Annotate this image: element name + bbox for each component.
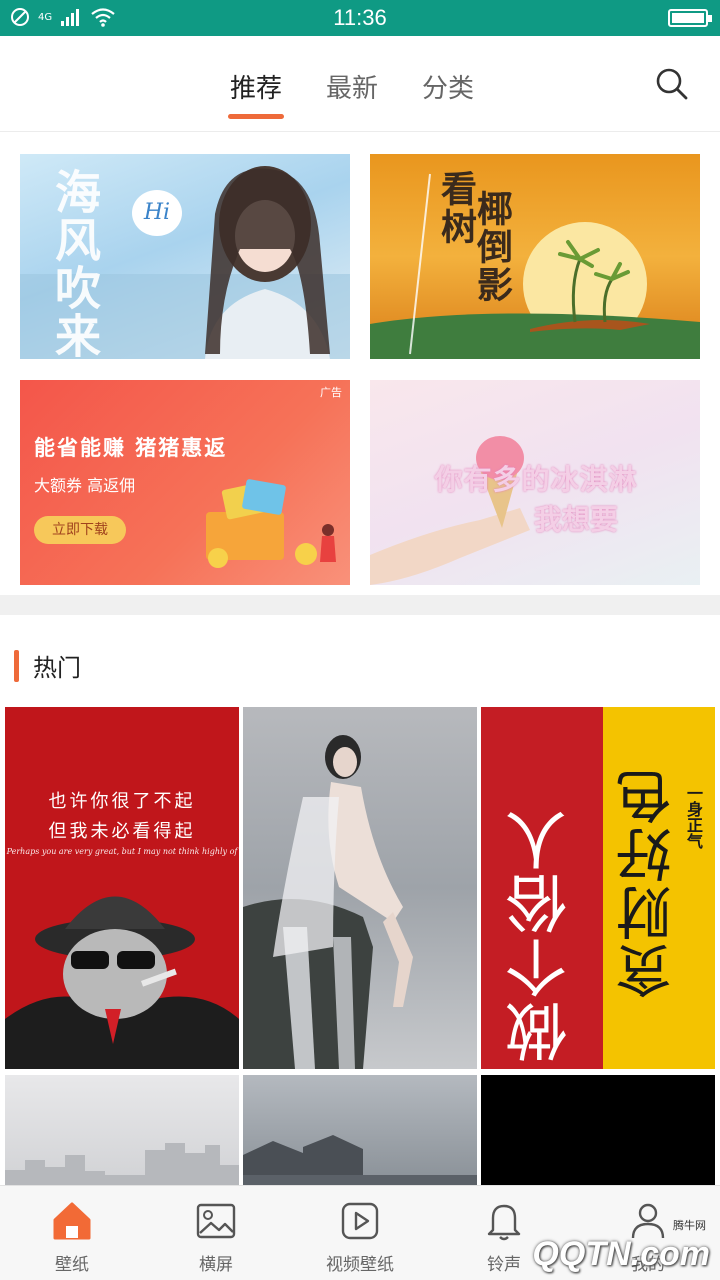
banner-ad[interactable]: 广告 能省能赚 猪猪惠返 大额券 高返佣 立即下载 — [20, 380, 350, 585]
tab-recommended[interactable]: 推荐 — [227, 68, 285, 119]
nav-label: 壁纸 — [55, 1255, 89, 1275]
status-bar: 4G 11:36 — [0, 0, 720, 36]
wallpaper-right-text: 贪财好色 — [616, 767, 681, 999]
clock: 11:36 — [333, 5, 387, 30]
wallpaper-quote-english: Perhaps you are very great, but I may no… — [6, 847, 238, 856]
section-accent-bar — [14, 649, 19, 682]
coupon-illustration — [206, 479, 336, 568]
wallpaper-quote-line1: 也许你很了不起 — [48, 791, 196, 812]
watermark-brand: QQTN.com — [532, 1235, 710, 1273]
wallpaper-left-text: 做个俗人 — [505, 807, 578, 1063]
section-title: 热门 — [33, 654, 81, 682]
hi-bubble: Hi — [132, 190, 182, 236]
tab-bar: 推荐 最新 分类 — [227, 68, 474, 119]
top-header: 推荐 最新 分类 — [0, 36, 720, 132]
rainy-village-illustration — [243, 1135, 477, 1185]
banner-title-line2: 我想要 — [534, 503, 619, 536]
ad-tag: 广告 — [320, 386, 342, 399]
nav-label: 铃声 — [487, 1255, 521, 1275]
nav-wallpaper[interactable]: 壁纸 — [0, 1186, 144, 1280]
section-header-hot: 热门 — [14, 648, 81, 683]
nav-label: 视频壁纸 — [326, 1255, 394, 1275]
wallpaper-tile[interactable] — [481, 1075, 715, 1185]
wallpaper-grid: 也许你很了不起 但我未必看得起 Perhaps you are very gre… — [5, 707, 715, 1185]
banner-title-col2: 椰倒影 — [471, 190, 513, 304]
wallpaper-tile[interactable] — [243, 707, 477, 1069]
bell-icon — [487, 1204, 521, 1241]
tab-latest[interactable]: 最新 — [326, 68, 378, 105]
wallpaper-tile[interactable] — [243, 1075, 477, 1185]
wallpaper-tile[interactable]: 也许你很了不起 但我未必看得起 Perhaps you are very gre… — [5, 707, 239, 1069]
ad-download-button[interactable]: 立即下载 — [34, 516, 126, 544]
bottom-nav: 壁纸 横屏 视频壁纸 铃声 我的 腾牛网 QQTN.com — [0, 1185, 720, 1280]
image-icon — [196, 1203, 236, 1239]
battery-icon — [668, 9, 712, 27]
banner-coconut[interactable]: 看树 椰倒影 — [370, 154, 700, 359]
nav-video-wallpaper[interactable]: 视频壁纸 — [288, 1186, 432, 1280]
wallpaper-tile[interactable]: 做个俗人 贪财好色 一身正气 — [481, 707, 715, 1069]
section-divider — [0, 595, 720, 615]
watermark-site-name: 腾牛网 — [673, 1219, 706, 1232]
city-skyline-illustration — [5, 1143, 239, 1185]
banner-icecream[interactable]: 你有多的冰淇淋 我想要 — [370, 380, 700, 585]
nav-landscape[interactable]: 横屏 — [144, 1186, 288, 1280]
wallpaper-corner-text: 一身正气 — [684, 785, 703, 849]
app-screen: 4G 11:36 推荐 最新 分类 海风吹来 Hi 看树 椰倒影 广告 能省能赚… — [0, 0, 720, 1280]
search-icon — [656, 68, 688, 100]
banner-title: 海风吹来 — [48, 168, 102, 359]
banner-sea-breeze[interactable]: 海风吹来 Hi — [20, 154, 350, 359]
ad-headline: 能省能赚 猪猪惠返 — [34, 436, 228, 460]
tab-category[interactable]: 分类 — [422, 68, 474, 105]
site-watermark: 腾牛网 QQTN.com — [532, 1219, 710, 1274]
ad-subline: 大额券 高返佣 — [34, 476, 136, 495]
nav-label: 横屏 — [199, 1255, 233, 1275]
video-play-icon — [341, 1202, 379, 1240]
gangster-illustration — [5, 896, 239, 1069]
banner-title-line1: 你有多的冰淇淋 — [434, 463, 638, 496]
search-button[interactable] — [654, 66, 690, 102]
fairy-illustration — [243, 735, 413, 1069]
banner-illustration — [370, 173, 700, 359]
hi-bubble-text: Hi — [143, 200, 171, 225]
wallpaper-quote-line2: 但我未必看得起 — [48, 821, 196, 842]
home-icon — [53, 1202, 91, 1240]
wallpaper-tile[interactable] — [5, 1075, 239, 1185]
